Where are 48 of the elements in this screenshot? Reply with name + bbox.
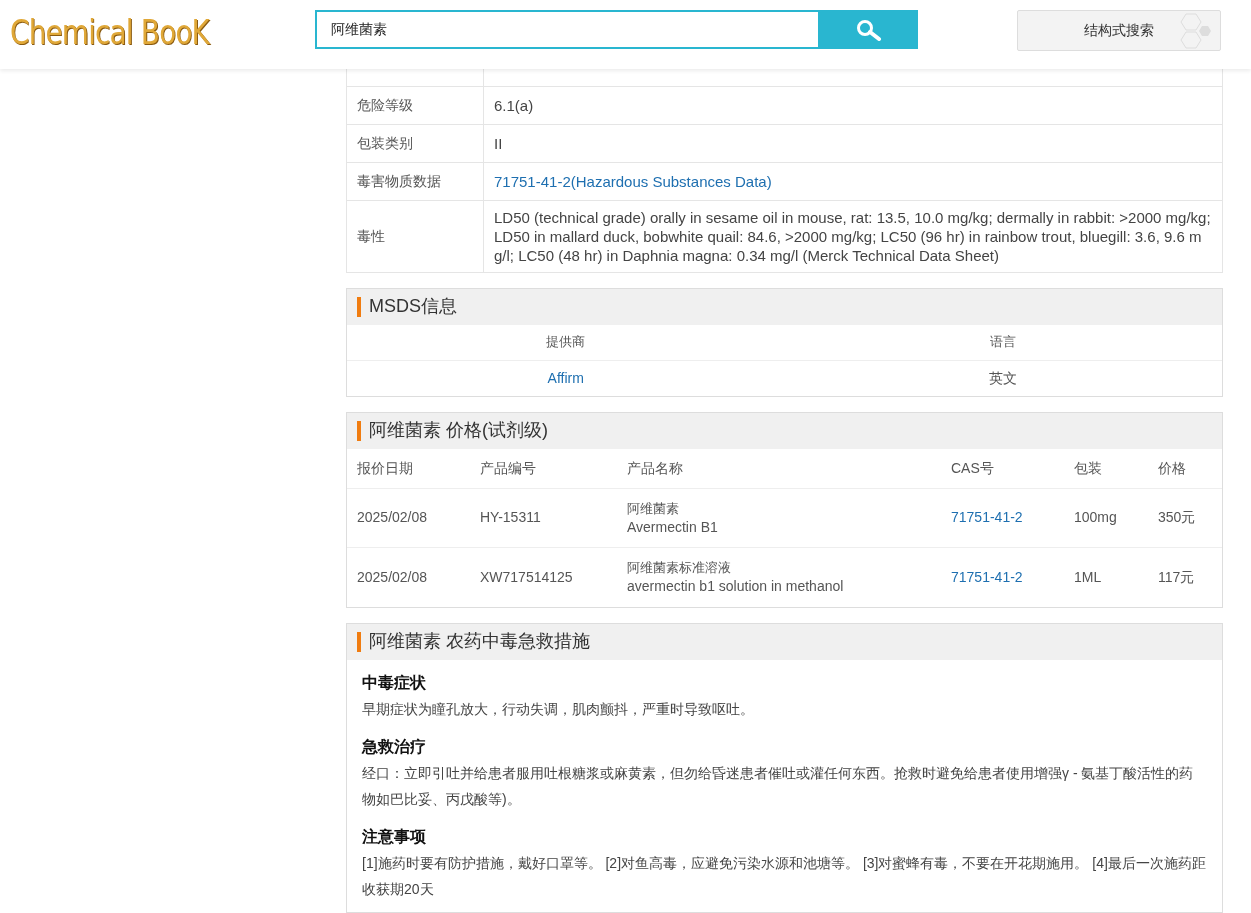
- subsection-heading: 中毒症状: [362, 672, 427, 693]
- section-title: 阿维菌素 价格(试剂级): [369, 419, 548, 442]
- subsection-heading: 急救治疗: [362, 736, 427, 757]
- price-cell-text: 117元: [1158, 567, 1196, 587]
- property-link[interactable]: 71751-41-2(Hazardous Substances Data): [494, 172, 772, 190]
- property-label: 包装类别: [346, 124, 484, 162]
- structure-search-button[interactable]: 结构式搜索: [1017, 10, 1221, 51]
- column-header: 包装: [1074, 458, 1103, 478]
- column-header: 产品编号: [480, 458, 537, 478]
- column-header: 语言: [989, 333, 1018, 352]
- product-name-english: avermectin b1 solution in methanol: [627, 577, 845, 596]
- subsection-text: 早期症状为瞳孔放大，行动失调，肌肉颤抖，严重时导致呕吐。: [362, 699, 755, 719]
- subsection-heading: 注意事项: [362, 826, 427, 847]
- product-name-english: Avermectin B1: [627, 517, 719, 537]
- accent-bar: [357, 296, 361, 317]
- package-cell-text: 1ML: [1074, 567, 1103, 587]
- section-title: 阿维菌素 农药中毒急救措施: [369, 630, 590, 653]
- date-cell-text: 2025/02/08: [357, 567, 429, 587]
- product-code: XW717514125: [480, 567, 574, 587]
- product-name: 阿维菌素标准溶液: [627, 559, 732, 577]
- column-header: CAS号: [951, 458, 995, 478]
- property-label: 危险等级: [346, 86, 484, 124]
- column-header: 产品名称: [627, 458, 684, 478]
- column-header: 价格: [1158, 458, 1187, 478]
- supplier-link[interactable]: Affirm: [547, 367, 584, 389]
- column-header: 报价日期: [357, 458, 414, 478]
- search-button[interactable]: [820, 10, 918, 49]
- property-value: LD50 (technical grade) orally in sesame oil in mouse, rat: 13.5, 10.0 mg/kg; dermally in rabbit: >2000 mg/kg; LD50 in mallard duck, bobwhite quail: 84.6, >2000 mg/kg; LC50 (96 hr) in rainbow trout, bluegill: 3.6, 9.6 mg/l; LC50 (48 hr) in Daphnia magna: 0.34 mg/l (Merck Technical Data Sheet): [494, 208, 1211, 264]
- subsection-text: [1]施药时要有防护措施，戴好口罩等。 [2]对鱼高毒，应避免污染水源和池塘等。 [3]对蜜蜂有毒，不要在开花期施用。 [4]最后一次施药距收获期20天: [362, 853, 1207, 899]
- property-label: 毒性: [346, 200, 484, 272]
- cas-link[interactable]: 71751-41-2: [951, 566, 1023, 588]
- search-field[interactable]: 阿维菌素: [315, 10, 820, 49]
- language-cell-text: 英文: [989, 368, 1018, 388]
- price-cell-text: 350元: [1158, 508, 1197, 527]
- cas-link[interactable]: 71751-41-2: [951, 507, 1023, 528]
- column-header: 提供商: [545, 333, 587, 352]
- section-title: MSDS信息: [369, 295, 457, 318]
- property-value: II: [494, 134, 503, 152]
- package-cell-text: 100mg: [1074, 508, 1118, 527]
- product-code: HY-15311: [480, 508, 542, 527]
- accent-bar: [357, 631, 361, 652]
- accent-bar: [357, 420, 361, 441]
- property-value: 6.1(a): [494, 96, 534, 114]
- property-label: 毒害物质数据: [346, 162, 484, 200]
- subsection-text: 经口：立即引吐并给患者服用吐根糖浆或麻黄素，但勿给昏迷患者催吐或灌任何东西。抢救时避免给患者使用增强γ - 氨基丁酸活性的药物如巴比妥、丙戊酸等)。: [362, 763, 1195, 809]
- product-name: 阿维菌素: [627, 499, 680, 518]
- date-cell-text: 2025/02/08: [357, 508, 429, 527]
- search-icon: [856, 18, 882, 41]
